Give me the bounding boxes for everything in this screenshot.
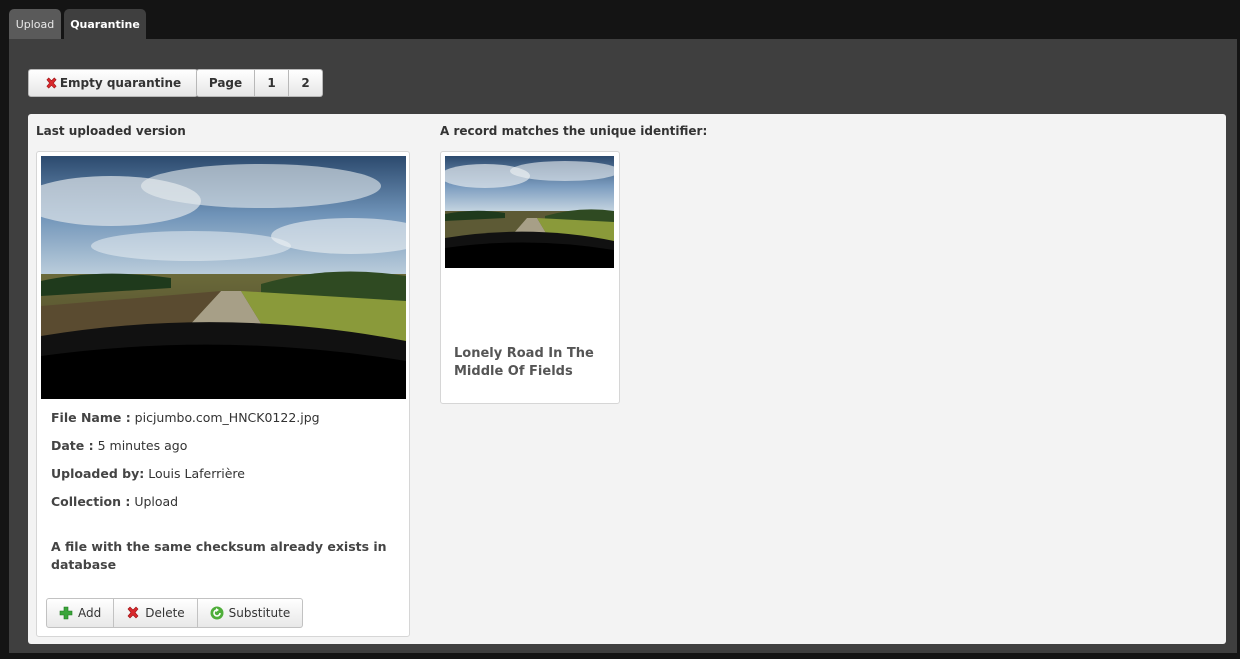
collection-row: Collection : Upload — [51, 494, 178, 509]
file-name-row: File Name : picjumbo.com_HNCK0122.jpg — [51, 410, 320, 425]
green-refresh-icon — [210, 606, 224, 620]
record-match-heading: A record matches the unique identifier: — [440, 124, 708, 138]
last-uploaded-heading: Last uploaded version — [36, 124, 186, 138]
checksum-warning: A file with the same checksum already ex… — [51, 539, 387, 572]
uploaded-by-row: Uploaded by: Louis Laferrière — [51, 466, 245, 481]
uploaded-image — [41, 156, 406, 399]
red-x-icon — [46, 77, 57, 89]
uploaded-by-label: Uploaded by: — [51, 466, 145, 481]
pagination: Page 1 2 — [196, 69, 323, 97]
substitute-button[interactable]: Substitute — [197, 598, 304, 628]
tab-bar: Upload Quarantine — [0, 0, 1240, 40]
page-1-button[interactable]: 1 — [255, 69, 289, 97]
collection-value: Upload — [134, 494, 179, 509]
delete-button[interactable]: Delete — [114, 598, 198, 628]
record-title[interactable]: Lonely Road In The Middle Of Fields — [454, 345, 614, 381]
page-label: Page — [196, 69, 255, 97]
date-label: Date : — [51, 438, 94, 453]
empty-quarantine-label: Empty quarantine — [59, 76, 182, 90]
tab-quarantine[interactable]: Quarantine — [64, 9, 146, 40]
uploaded-file-card: File Name : picjumbo.com_HNCK0122.jpg Da… — [36, 151, 410, 637]
empty-quarantine-button[interactable]: Empty quarantine — [28, 69, 198, 97]
delete-label: Delete — [145, 606, 185, 620]
tab-upload[interactable]: Upload — [9, 9, 61, 40]
collection-label: Collection : — [51, 494, 131, 509]
file-name-label: File Name : — [51, 410, 131, 425]
date-value: 5 minutes ago — [97, 438, 188, 453]
add-button[interactable]: Add — [46, 598, 115, 628]
substitute-label: Substitute — [228, 606, 291, 620]
file-actions: Add Delete Substitute — [46, 598, 304, 628]
page-2-button[interactable]: 2 — [289, 69, 323, 97]
matching-record-card[interactable]: Lonely Road In The Middle Of Fields — [440, 151, 620, 404]
date-row: Date : 5 minutes ago — [51, 438, 187, 453]
file-name-value: picjumbo.com_HNCK0122.jpg — [134, 410, 320, 425]
red-x-icon — [127, 606, 139, 619]
quarantine-panel: Empty quarantine Page 1 2 Last uploaded … — [9, 39, 1237, 653]
quarantine-content: Last uploaded version A record matches t… — [28, 114, 1226, 644]
record-thumbnail[interactable] — [445, 156, 614, 268]
green-plus-icon — [59, 606, 73, 620]
uploaded-by-value: Louis Laferrière — [148, 466, 245, 481]
add-label: Add — [78, 606, 102, 620]
